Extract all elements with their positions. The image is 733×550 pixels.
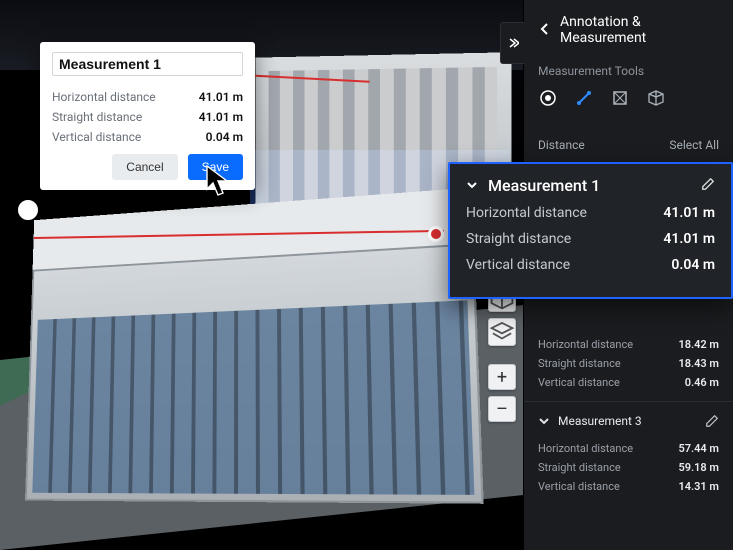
row-label: Vertical distance [538,376,620,389]
zoom-in-button[interactable]: + [488,364,516,390]
row-value: 18.43 m [678,357,719,370]
viewport-tools: + – [488,284,516,422]
list-row: Straight distance 59.18 m [538,461,719,474]
row-value: 41.01 m [199,110,243,124]
tool-volume-icon[interactable] [646,88,666,108]
row-label: Straight distance [52,110,142,124]
distance-section-header: Distance Select All [524,128,733,162]
row-label: Vertical distance [538,480,620,493]
feature-row: Vertical distance 0.04 m [466,257,715,273]
measurement-header[interactable]: Measurement 3 [524,406,733,436]
row-label: Straight distance [538,461,621,474]
dialog-row: Straight distance 41.01 m [52,110,243,124]
edit-icon[interactable] [705,414,719,428]
row-value: 57.44 m [678,442,719,455]
list-row: Vertical distance 0.46 m [538,376,719,389]
layers-icon[interactable] [488,318,516,346]
row-value: 41.01 m [199,90,243,104]
row-value: 41.01 m [663,231,715,247]
measurement-title: Measurement 1 [488,176,600,195]
feature-row: Straight distance 41.01 m [466,231,715,247]
row-value: 59.18 m [678,461,719,474]
zoom-out-button[interactable]: – [488,396,516,422]
panel-title: Annotation & Measurement [560,14,719,46]
tool-line-icon[interactable] [574,88,594,108]
row-label: Horizontal distance [538,442,633,455]
marker-start[interactable] [18,200,38,220]
tool-point-icon[interactable] [538,88,558,108]
row-value: 0.04 m [206,130,243,144]
row-value: 41.01 m [663,205,715,221]
feature-row: Horizontal distance 41.01 m [466,205,715,221]
measurement-name-input[interactable] [52,52,243,76]
row-label: Vertical distance [466,257,570,273]
chevron-down-icon[interactable] [466,176,478,195]
dialog-row: Vertical distance 0.04 m [52,130,243,144]
back-icon[interactable] [538,22,552,39]
row-label: Vertical distance [52,130,141,144]
row-value: 18.42 m [678,338,719,351]
row-label: Straight distance [466,231,571,247]
tool-area-icon[interactable] [610,88,630,108]
tools-heading: Measurement Tools [524,64,733,78]
edit-icon[interactable] [701,176,715,195]
select-all-link[interactable]: Select All [669,138,719,152]
list-row: Horizontal distance 18.42 m [538,338,719,351]
row-label: Horizontal distance [52,90,156,104]
panel-collapse-button[interactable] [500,22,524,64]
cursor-icon [205,165,231,197]
row-value: 14.31 m [678,480,719,493]
dialog-row: Horizontal distance 41.01 m [52,90,243,104]
measurement-group: Measurement 3 Horizontal distance 57.44 … [524,401,733,505]
distance-label: Distance [538,138,585,152]
list-row: Vertical distance 14.31 m [538,480,719,493]
row-value: 0.04 m [671,257,715,273]
marker-end[interactable] [428,226,444,242]
row-label: Horizontal distance [538,338,633,351]
row-label: Straight distance [538,357,621,370]
list-row: Horizontal distance 57.44 m [538,442,719,455]
measurement-card-expanded: Measurement 1 Horizontal distance 41.01 … [448,162,733,299]
chevron-down-icon [538,415,550,427]
row-value: 0.46 m [685,376,719,389]
row-label: Horizontal distance [466,205,587,221]
measurement-group: Horizontal distance 18.42 m Straight dis… [524,328,733,401]
measurement-tools [524,78,733,122]
measurement-title: Measurement 3 [558,414,642,428]
cancel-button[interactable]: Cancel [112,154,177,180]
list-row: Straight distance 18.43 m [538,357,719,370]
